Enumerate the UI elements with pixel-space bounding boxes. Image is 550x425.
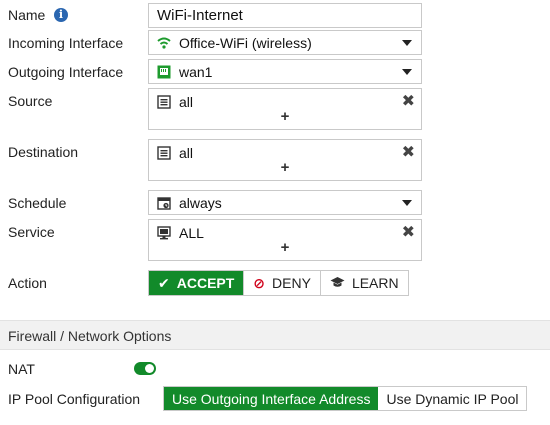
- service-field[interactable]: ALL ✖ +: [148, 219, 422, 261]
- source-row: Source all ✖ +: [0, 88, 550, 134]
- add-icon[interactable]: +: [149, 239, 421, 256]
- name-label: Name: [8, 7, 46, 23]
- schedule-label: Schedule: [8, 195, 67, 211]
- nat-row: NAT: [0, 360, 550, 378]
- info-icon[interactable]: i: [54, 8, 68, 22]
- schedule-value: always: [179, 194, 222, 211]
- accept-button[interactable]: ✔ ACCEPT: [149, 271, 245, 295]
- deny-label: DENY: [272, 275, 311, 291]
- name-input[interactable]: WiFi-Internet: [148, 3, 422, 28]
- address-icon: [157, 146, 171, 160]
- chevron-down-icon[interactable]: [402, 199, 412, 206]
- nat-label: NAT: [8, 361, 35, 377]
- destination-field[interactable]: all ✖ +: [148, 139, 422, 181]
- deny-button[interactable]: ⊘ DENY: [244, 271, 321, 295]
- service-row: Service ALL ✖ +: [0, 219, 550, 265]
- graduation-cap-icon: [330, 275, 345, 291]
- service-icon: [157, 226, 171, 240]
- schedule-icon: [157, 196, 171, 210]
- deny-icon: ⊘: [253, 274, 266, 291]
- schedule-select[interactable]: always: [148, 190, 422, 215]
- add-icon[interactable]: +: [149, 159, 421, 176]
- source-label: Source: [8, 93, 53, 109]
- outgoing-interface-label: Outgoing Interface: [8, 64, 124, 80]
- firewall-network-options-section: Firewall / Network Options: [0, 320, 550, 350]
- destination-label: Destination: [8, 144, 79, 160]
- chevron-down-icon[interactable]: [402, 68, 412, 75]
- incoming-interface-label: Incoming Interface: [8, 35, 124, 51]
- learn-label: LEARN: [351, 275, 399, 291]
- action-button-group: ✔ ACCEPT ⊘ DENY LEARN: [148, 270, 409, 296]
- section-title: Firewall / Network Options: [8, 328, 172, 344]
- ip-pool-row: IP Pool Configuration Use Outgoing Inter…: [0, 386, 550, 411]
- action-label: Action: [8, 275, 47, 291]
- outgoing-interface-row: Outgoing Interface wan1: [0, 59, 550, 84]
- nat-toggle[interactable]: [134, 362, 156, 375]
- action-row: Action ✔ ACCEPT ⊘ DENY LEARN: [0, 270, 550, 296]
- chevron-down-icon[interactable]: [402, 39, 412, 46]
- service-label: Service: [8, 224, 55, 240]
- incoming-interface-value: Office-WiFi (wireless): [179, 34, 312, 51]
- accept-label: ACCEPT: [176, 275, 235, 291]
- add-icon[interactable]: +: [149, 108, 421, 125]
- destination-row: Destination all ✖ +: [0, 139, 550, 185]
- learn-button[interactable]: LEARN: [320, 271, 408, 295]
- schedule-row: Schedule always: [0, 190, 550, 215]
- incoming-interface-select[interactable]: Office-WiFi (wireless): [148, 30, 422, 55]
- use-outgoing-interface-address-button[interactable]: Use Outgoing Interface Address: [164, 387, 379, 410]
- outgoing-interface-select[interactable]: wan1: [148, 59, 422, 84]
- ip-pool-label: IP Pool Configuration: [8, 391, 141, 407]
- name-row: Name i WiFi-Internet: [0, 3, 550, 28]
- ip-pool-segmented-control: Use Outgoing Interface Address Use Dynam…: [163, 386, 528, 411]
- ethernet-port-icon: [157, 65, 171, 79]
- incoming-interface-row: Incoming Interface Office-WiFi (wireless…: [0, 30, 550, 55]
- source-field[interactable]: all ✖ +: [148, 88, 422, 130]
- check-icon: ✔: [158, 274, 170, 291]
- address-icon: [157, 95, 171, 109]
- outgoing-interface-value: wan1: [179, 63, 213, 80]
- use-dynamic-ip-pool-button[interactable]: Use Dynamic IP Pool: [378, 387, 527, 410]
- wifi-icon: [157, 36, 171, 50]
- toggle-knob: [145, 364, 154, 373]
